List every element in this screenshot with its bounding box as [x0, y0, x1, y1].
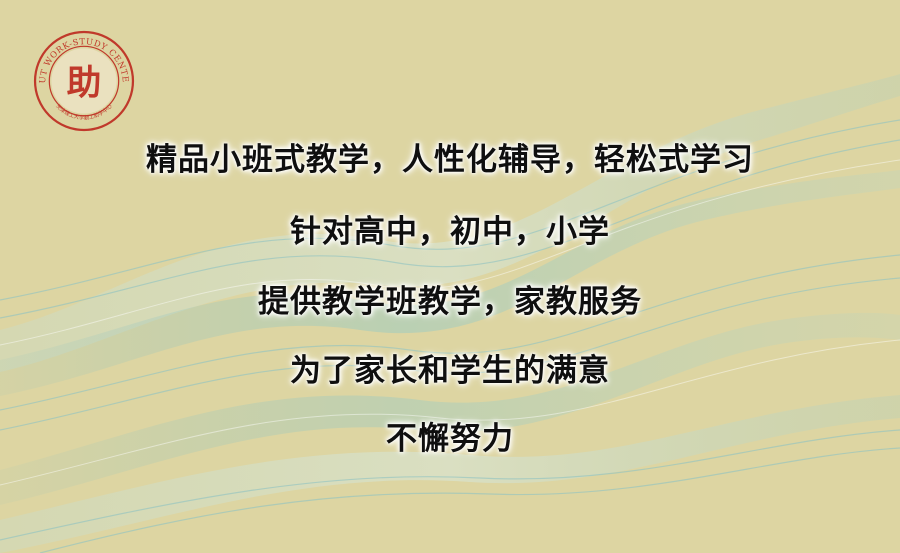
- slogan-line-4: 为了家长和学生的满意: [290, 353, 610, 389]
- slogan-block: 精品小班式教学，人性化辅导，轻松式学习 针对高中，初中，小学 提供教学班教学，家…: [0, 0, 900, 553]
- slogan-line-2: 针对高中，初中，小学: [290, 214, 610, 250]
- poster-canvas: TUT WORK-STUDY CENTER 天津理工大学勤工助学中心 助 精品小…: [0, 0, 900, 553]
- slogan-line-1: 精品小班式教学，人性化辅导，轻松式学习: [146, 142, 754, 178]
- slogan-line-3: 提供教学班教学，家教服务: [258, 284, 642, 320]
- slogan-line-5: 不懈努力: [386, 421, 514, 457]
